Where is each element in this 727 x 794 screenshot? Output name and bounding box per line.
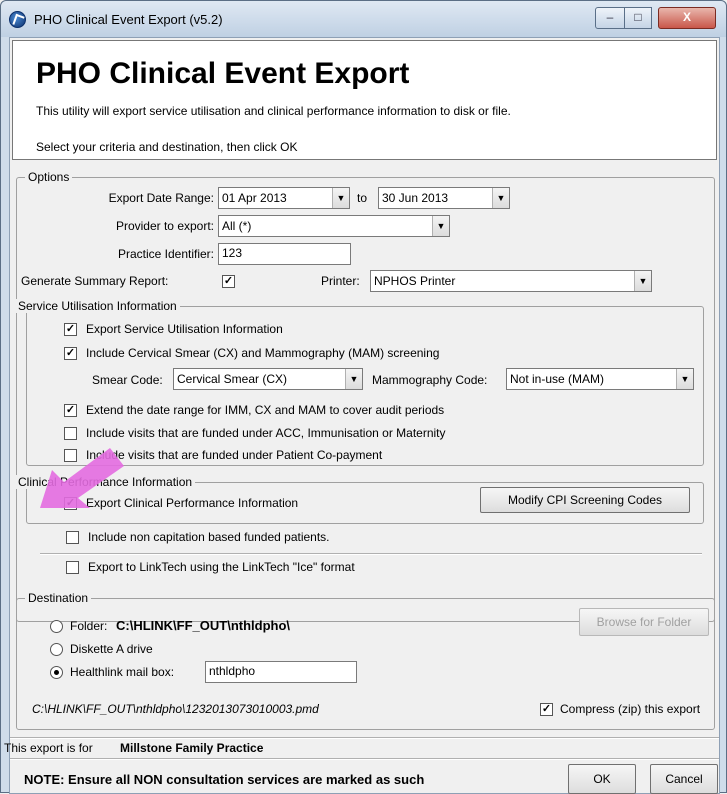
chevron-down-icon[interactable]: ▼ [676, 369, 693, 389]
practice-identifier-input[interactable]: 123 [218, 243, 351, 265]
separator [40, 553, 702, 555]
extend-date-range-label[interactable]: Extend the date range for IMM, CX and MA… [86, 403, 444, 417]
chevron-down-icon[interactable]: ▼ [345, 369, 362, 389]
acc-visits-checkbox[interactable] [64, 427, 77, 440]
linktech-checkbox[interactable] [66, 561, 79, 574]
export-for-label: This export is for [4, 741, 93, 755]
page-title: PHO Clinical Event Export [36, 57, 410, 90]
cancel-label: Cancel [665, 772, 703, 786]
dialog-client-area: PHO Clinical Event Export This utility w… [4, 37, 720, 794]
summary-report-label: Generate Summary Report: [21, 274, 169, 288]
footer-separator-2 [10, 758, 719, 760]
dialog-window: PHO Clinical Event Export (v5.2) – □ X P… [0, 0, 727, 794]
chevron-down-icon[interactable]: ▼ [432, 216, 449, 236]
acc-visits-label[interactable]: Include visits that are funded under ACC… [86, 426, 446, 440]
practice-name: Millstone Family Practice [120, 741, 264, 755]
compress-label[interactable]: Compress (zip) this export [560, 702, 700, 716]
annotation-arrow-icon [40, 448, 124, 508]
healthlink-radio[interactable] [50, 666, 63, 679]
printer-value: NPHOS Printer [374, 274, 456, 288]
to-label: to [357, 191, 368, 205]
healthlink-label[interactable]: Healthlink mail box: [70, 665, 174, 679]
smear-code-label: Smear Code: [92, 373, 163, 387]
linktech-label[interactable]: Export to LinkTech using the LinkTech "I… [88, 560, 355, 574]
browse-folder-button[interactable]: Browse for Folder [579, 608, 709, 636]
diskette-label[interactable]: Diskette A drive [70, 642, 153, 656]
modify-cpi-codes-label: Modify CPI Screening Codes [507, 493, 663, 507]
non-capitation-checkbox[interactable] [66, 531, 79, 544]
diskette-radio[interactable] [50, 643, 63, 656]
chevron-down-icon[interactable]: ▼ [634, 271, 651, 291]
date-from-value: 01 Apr 2013 [222, 191, 287, 205]
header-description: This utility will export service utilisa… [36, 104, 511, 118]
browse-folder-label: Browse for Folder [596, 615, 692, 629]
compress-checkbox[interactable]: ✓ [540, 703, 553, 716]
service-group-title: Service Utilisation Information [15, 299, 180, 313]
extend-date-range-checkbox[interactable]: ✓ [64, 404, 77, 417]
window-title: PHO Clinical Event Export (v5.2) [34, 12, 223, 27]
cervical-mammo-checkbox[interactable]: ✓ [64, 347, 77, 360]
chevron-down-icon[interactable]: ▼ [492, 188, 509, 208]
provider-select[interactable]: All (*) ▼ [218, 215, 450, 237]
annotation-arrow-shape [40, 448, 124, 508]
cervical-mammo-label[interactable]: Include Cervical Smear (CX) and Mammogra… [86, 346, 439, 360]
footer-note: NOTE: Ensure all NON consultation servic… [24, 772, 425, 787]
minimize-button[interactable]: – [595, 7, 625, 29]
ok-label: OK [593, 772, 611, 786]
smear-code-value: Cervical Smear (CX) [177, 372, 288, 386]
export-date-range-label: Export Date Range: [108, 191, 214, 205]
folder-radio[interactable] [50, 620, 63, 633]
maximize-button[interactable]: □ [624, 7, 652, 29]
date-from-select[interactable]: 01 Apr 2013 ▼ [218, 187, 350, 209]
provider-value: All (*) [222, 219, 252, 233]
mammography-code-value: Not in-use (MAM) [510, 372, 605, 386]
destination-group-title: Destination [25, 591, 92, 605]
app-icon[interactable] [9, 11, 26, 28]
header-instruction: Select your criteria and destination, th… [36, 140, 298, 154]
summary-report-checkbox[interactable]: ✓ [222, 275, 235, 288]
ok-button[interactable]: OK [568, 764, 636, 794]
cancel-button[interactable]: Cancel [650, 764, 718, 794]
printer-label: Printer: [321, 274, 360, 288]
provider-label: Provider to export: [115, 219, 214, 233]
output-file-path: C:\HLINK\FF_OUT\nthldpho\123201307301000… [32, 702, 319, 716]
healthlink-mailbox-input[interactable]: nthldpho [205, 661, 357, 683]
options-group-title: Options [25, 170, 73, 184]
folder-label[interactable]: Folder: [70, 619, 107, 633]
chevron-down-icon[interactable]: ▼ [332, 188, 349, 208]
mammography-code-select[interactable]: Not in-use (MAM) ▼ [506, 368, 694, 390]
practice-identifier-label: Practice Identifier: [117, 247, 214, 261]
mammography-code-label: Mammography Code: [372, 373, 488, 387]
copayment-visits-label[interactable]: Include visits that are funded under Pat… [86, 448, 382, 462]
smear-code-select[interactable]: Cervical Smear (CX) ▼ [173, 368, 363, 390]
modify-cpi-codes-button[interactable]: Modify CPI Screening Codes [480, 487, 690, 513]
export-service-label[interactable]: Export Service Utilisation Information [86, 322, 283, 336]
folder-path: C:\HLINK\FF_OUT\nthldpho\ [116, 618, 291, 633]
footer-separator [10, 737, 719, 739]
close-button[interactable]: X [658, 7, 716, 29]
date-to-value: 30 Jun 2013 [382, 191, 449, 205]
date-to-select[interactable]: 30 Jun 2013 ▼ [378, 187, 510, 209]
export-service-checkbox[interactable]: ✓ [64, 323, 77, 336]
printer-select[interactable]: NPHOS Printer ▼ [370, 270, 652, 292]
title-bar[interactable]: PHO Clinical Event Export (v5.2) – □ X [1, 1, 726, 37]
non-capitation-label[interactable]: Include non capitation based funded pati… [88, 530, 330, 544]
header-panel: PHO Clinical Event Export This utility w… [12, 40, 717, 160]
